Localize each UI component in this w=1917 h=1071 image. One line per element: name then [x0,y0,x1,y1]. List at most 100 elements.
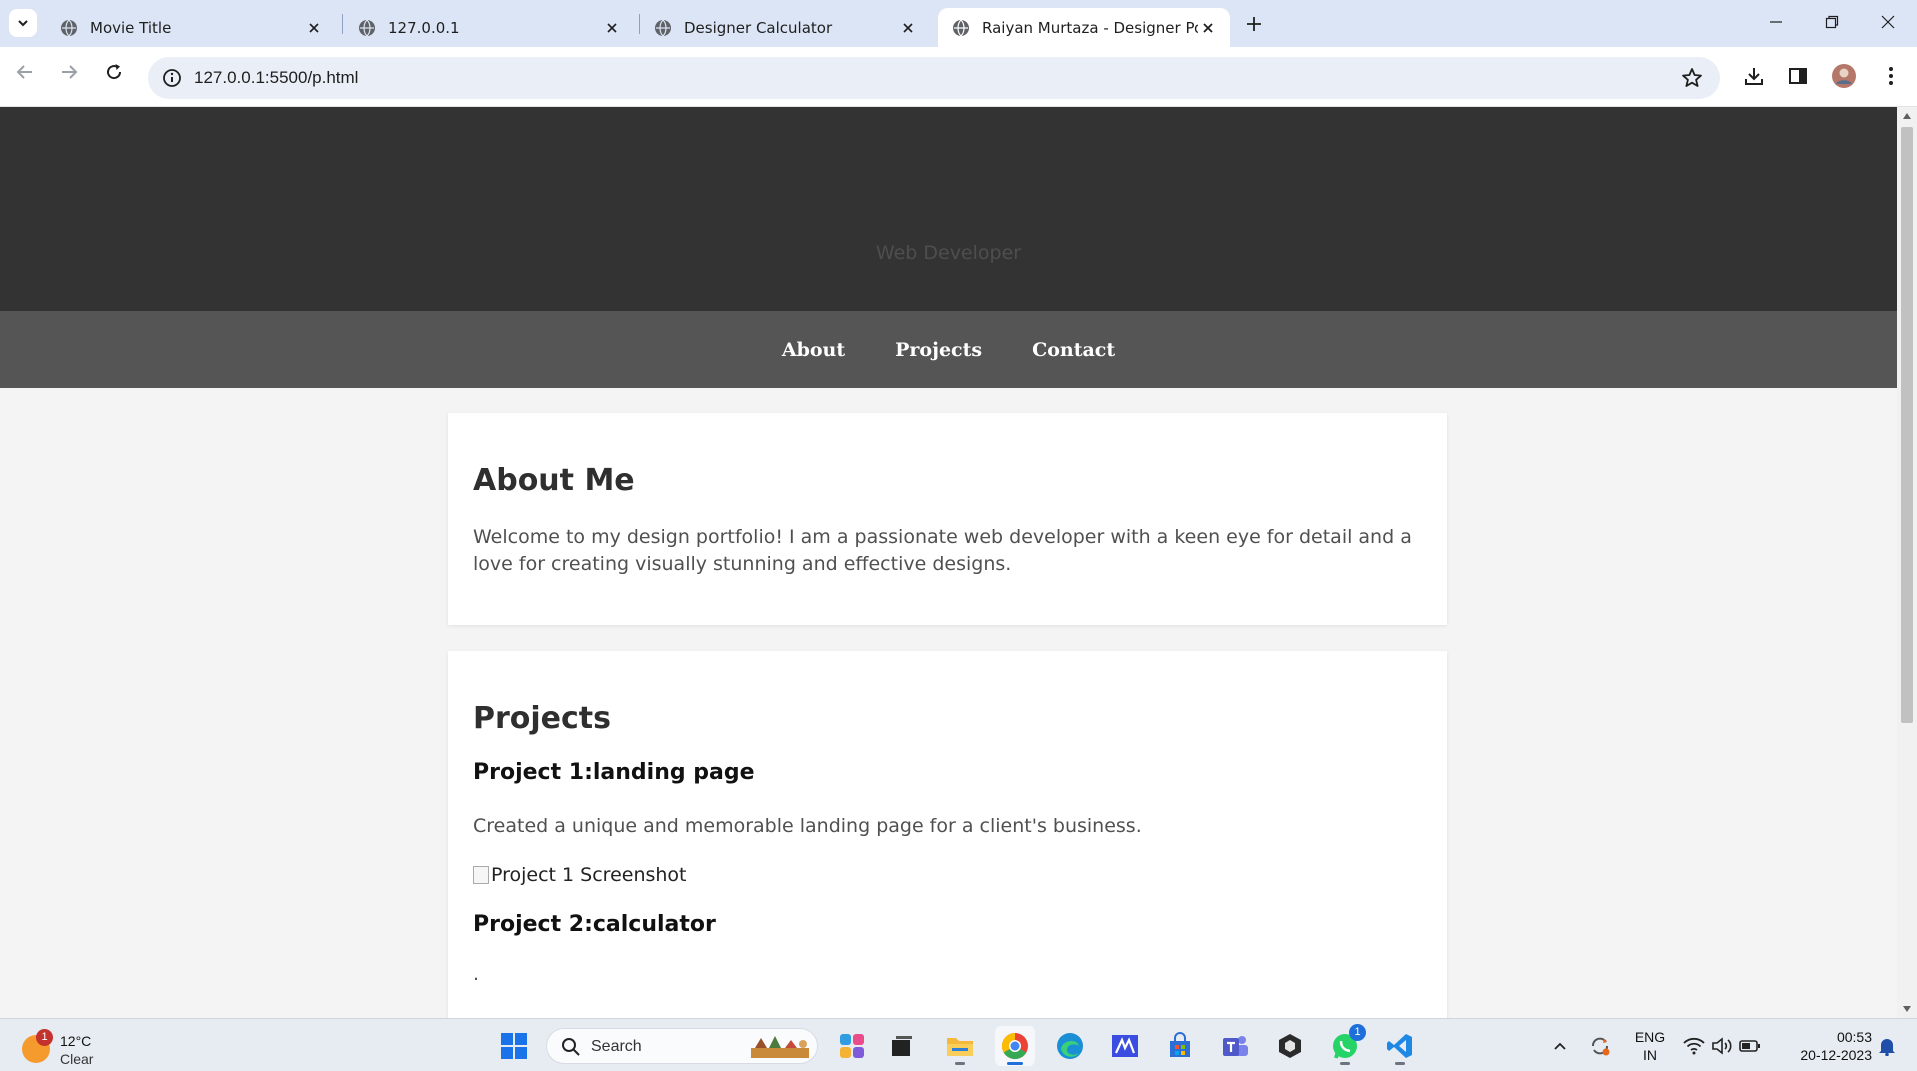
reload-icon [107,64,122,80]
more-vertical-icon [1889,67,1893,85]
restore-button[interactable] [1804,0,1860,44]
project-screenshot-image: Project 1 Screenshot [473,864,1422,886]
sync-icon [1592,1037,1610,1055]
site-nav: About Projects Contact [0,311,1897,388]
running-indicator [1340,1062,1350,1065]
sync-tray-button[interactable] [1585,1019,1615,1071]
taskbar-search-box[interactable]: Search [546,1028,818,1064]
browser-menu-button[interactable] [1878,63,1904,89]
copilot-icon [840,1034,864,1058]
show-hidden-icons-button[interactable] [1545,1019,1575,1071]
wifi-icon [1683,1037,1705,1054]
about-section: About Me Welcome to my design portfolio!… [448,413,1447,625]
taskbar-app-unity[interactable] [1270,1026,1310,1066]
reload-button[interactable] [101,59,127,85]
task-view-icon [892,1036,912,1056]
notification-badge: 1 [36,1029,53,1046]
side-panel-button[interactable] [1785,63,1811,89]
close-icon[interactable] [602,18,622,38]
window-close-button[interactable] [1860,0,1916,44]
project-description: Created a unique and memorable landing p… [473,815,1142,837]
volume-icon [1712,1036,1732,1055]
nav-link-about[interactable]: About [782,339,845,361]
nav-link-projects[interactable]: Projects [895,339,982,361]
close-icon[interactable] [898,18,918,38]
back-button[interactable] [12,59,38,85]
new-tab-button[interactable] [1242,12,1266,36]
page-scrollbar[interactable] [1897,107,1917,1018]
tab-title: 127.0.0.1 [388,18,460,37]
tab-separator [342,14,343,34]
close-icon[interactable] [304,18,324,38]
forward-button[interactable] [56,59,82,85]
clock-time: 00:53 [1836,1028,1872,1045]
about-text: Welcome to my design portfolio! I am a p… [473,526,1412,575]
cube-icon [1279,1034,1301,1058]
notifications-button[interactable] [1872,1019,1902,1071]
quick-settings-button[interactable] [1682,1019,1762,1071]
taskbar-app-store[interactable] [1160,1026,1200,1066]
chevron-up-icon [1554,1042,1566,1050]
windows-logo-icon [501,1033,527,1059]
projects-section: Projects Project 1:landing page Created … [448,651,1447,1018]
arrow-left-icon [16,65,32,79]
windows-taskbar: 1 12°C Clear Search 1 ENG IN 00:53 20-12… [0,1018,1917,1071]
address-bar[interactable]: 127.0.0.1:5500/p.html [148,57,1720,99]
clock[interactable]: 00:53 20-12-2023 [1780,1019,1872,1071]
start-button[interactable] [494,1026,534,1066]
downloads-button[interactable] [1741,63,1767,89]
nav-link-contact[interactable]: Contact [1032,339,1115,361]
taskbar-app-copilot[interactable] [832,1026,872,1066]
taskbar-app-whatsapp[interactable]: 1 [1325,1024,1366,1066]
close-icon[interactable] [1198,18,1218,38]
tab-search-button[interactable] [9,9,37,37]
weather-widget[interactable]: 1 12°C Clear [18,1027,108,1067]
site-header: Web Developer [0,107,1897,311]
header-subtitle: Web Developer [875,242,1022,264]
search-highlight-icon [751,1036,809,1058]
project-description: . [473,963,480,985]
url-text[interactable]: 127.0.0.1:5500/p.html [194,68,358,88]
tab-localhost[interactable]: 127.0.0.1 [344,8,634,47]
close-icon [1881,15,1895,29]
scroll-down-arrow-icon[interactable] [1903,1006,1911,1012]
image-alt-text: Project 1 Screenshot [491,864,687,886]
scroll-up-arrow-icon[interactable] [1903,113,1911,119]
about-heading: About Me [473,463,635,498]
taskbar-app-task-view[interactable] [882,1026,922,1066]
language-indicator[interactable]: ENG IN [1628,1019,1672,1071]
running-indicator [955,1062,965,1065]
tab-movie-title[interactable]: Movie Title [46,8,336,47]
search-icon [562,1038,580,1056]
tab-portfolio[interactable]: Raiyan Murtaza - Designer Portfolio [938,8,1230,47]
taskbar-app-chrome[interactable] [995,1026,1035,1066]
taskbar-app-file-explorer[interactable] [940,1026,980,1066]
tab-designer-calculator[interactable]: Designer Calculator [640,8,930,47]
teams-icon [1223,1036,1248,1056]
taskbar-app-vscode[interactable] [1380,1026,1420,1066]
profile-avatar[interactable] [1831,63,1857,89]
running-indicator [1395,1062,1405,1065]
site-info-icon[interactable] [160,66,184,90]
weather-temperature: 12°C [60,1033,92,1049]
page-viewport: Web Developer About Projects Contact Abo… [0,107,1897,1018]
taskbar-search-label: Search [591,1038,642,1055]
browser-toolbar: 127.0.0.1:5500/p.html [0,47,1917,107]
language-region: IN [1643,1046,1657,1063]
taskbar-app-teams[interactable] [1215,1026,1255,1066]
running-indicator [1007,1062,1023,1065]
minimize-icon [1770,21,1782,23]
globe-icon [953,19,969,36]
projects-heading: Projects [473,701,612,736]
bookmark-star-icon[interactable] [1680,66,1704,90]
taskbar-app-designer[interactable] [1105,1026,1145,1066]
tab-title: Raiyan Murtaza - Designer Portfolio [982,18,1198,37]
download-icon [1745,68,1763,85]
scrollbar-thumb[interactable] [1901,127,1913,723]
tab-strip: Movie Title 127.0.0.1 Designer Calculato… [0,0,1917,47]
arrow-right-icon [62,65,78,79]
taskbar-app-edge[interactable] [1050,1026,1090,1066]
edge-icon [1057,1033,1083,1059]
minimize-button[interactable] [1748,0,1804,44]
side-panel-icon [1789,68,1807,84]
